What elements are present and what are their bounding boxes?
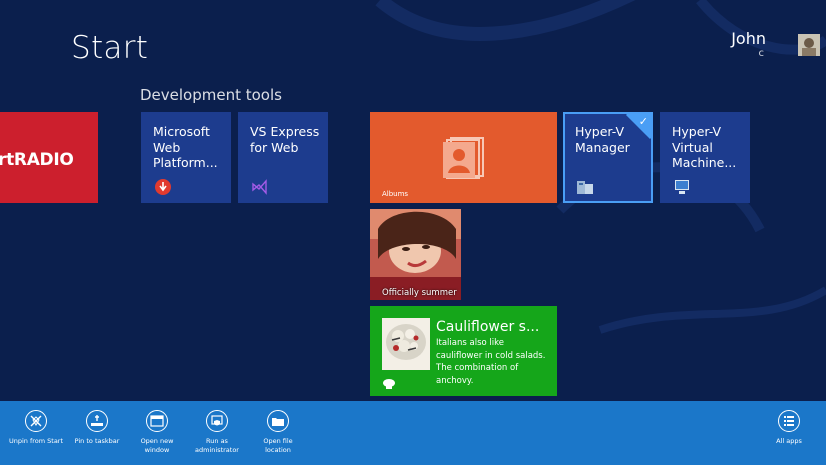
- all-apps-button[interactable]: All apps: [755, 410, 823, 446]
- checkmark-icon: ✓: [638, 115, 648, 128]
- unpin-from-start-button[interactable]: Unpin from Start: [2, 410, 70, 446]
- tile-hyperv-virtual-machine[interactable]: Hyper-V Virtual Machine...: [660, 112, 750, 203]
- user-account[interactable]: John c: [731, 30, 796, 60]
- tile-photo[interactable]: Officially summer: [370, 209, 461, 300]
- albums-icon: [443, 137, 484, 179]
- tile-albums[interactable]: Albums: [370, 112, 557, 203]
- recipe-image: [382, 318, 430, 370]
- web-platform-installer-icon: [155, 179, 171, 195]
- shield-icon: [206, 410, 228, 432]
- tile-vs-express-web[interactable]: VS Express for Web: [238, 112, 328, 203]
- radio-logo-text: rtRADIO: [0, 150, 74, 170]
- avatar-image: [798, 34, 820, 56]
- folder-icon: [267, 410, 289, 432]
- app-bar: Unpin from Start Pin to taskbar Open new…: [0, 401, 826, 465]
- recipe-description: Italians also like cauliflower in cold s…: [436, 338, 546, 386]
- unpin-label: Unpin from Start: [8, 437, 64, 445]
- all-apps-icon: [778, 410, 800, 432]
- tile-label: Hyper-V Virtual Machine...: [672, 124, 737, 170]
- group-title[interactable]: Development tools: [140, 86, 282, 104]
- tile-label: VS Express for Web: [250, 124, 320, 155]
- pin-to-taskbar-button[interactable]: Pin to taskbar: [63, 410, 131, 446]
- tile-label: Hyper-V Manager: [575, 124, 630, 155]
- recipe-title: Cauliflower s...: [436, 319, 540, 335]
- tile-label: Microsoft Web Platform...: [153, 124, 218, 170]
- visual-studio-icon: [252, 179, 267, 195]
- new-window-label: Open new window: [140, 437, 174, 454]
- open-new-window-button[interactable]: Open new window: [123, 410, 191, 454]
- tile-radio[interactable]: rtRADIO: [0, 112, 98, 203]
- user-subtitle: c: [758, 48, 765, 59]
- tile-hyperv-manager[interactable]: Hyper-V Manager ✓: [563, 112, 653, 203]
- all-apps-label: All apps: [776, 437, 802, 445]
- new-window-icon: [146, 410, 168, 432]
- tile-food-recipe[interactable]: Cauliflower s... Italians also like caul…: [370, 306, 557, 396]
- run-as-administrator-button[interactable]: Run as administrator: [183, 410, 251, 454]
- file-location-label: Open file location: [263, 437, 293, 454]
- unpin-icon: [25, 410, 47, 432]
- page-title: Start: [71, 30, 149, 66]
- chef-hat-icon: [383, 379, 395, 389]
- pin-taskbar-icon: [86, 410, 108, 432]
- tile-label: Albums: [382, 190, 409, 198]
- hyperv-manager-icon: [577, 181, 593, 194]
- avatar[interactable]: [798, 34, 820, 56]
- pin-taskbar-label: Pin to taskbar: [74, 437, 120, 445]
- photo-image: [370, 209, 461, 300]
- open-file-location-button[interactable]: Open file location: [244, 410, 312, 454]
- tile-microsoft-web-platform[interactable]: Microsoft Web Platform...: [141, 112, 231, 203]
- user-name: John: [731, 29, 766, 48]
- tile-label: Officially summer: [382, 288, 457, 298]
- virtual-machine-icon: [675, 180, 689, 194]
- run-admin-label: Run as administrator: [195, 437, 239, 454]
